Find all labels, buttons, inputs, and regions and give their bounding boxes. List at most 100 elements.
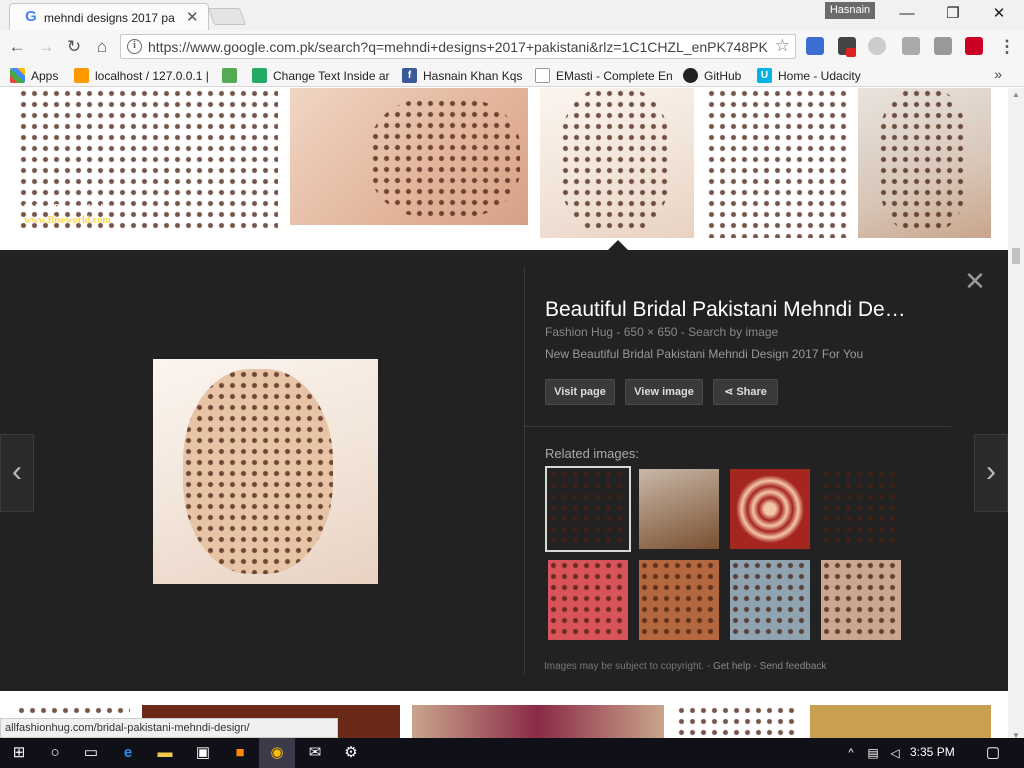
- phpmyadmin-icon: [74, 68, 89, 83]
- extension-dropbox-icon[interactable]: [934, 37, 952, 55]
- related-image-8[interactable]: [821, 560, 901, 640]
- image-source[interactable]: Fashion Hug: [545, 325, 613, 339]
- page-scrollbar[interactable]: ▲ ▼: [1008, 88, 1024, 742]
- scroll-up-icon[interactable]: ▲: [1012, 90, 1020, 99]
- extension-copy-icon[interactable]: [902, 37, 920, 55]
- search-by-image-link[interactable]: Search by image: [688, 325, 778, 339]
- related-image-4[interactable]: [821, 469, 901, 549]
- image-result-2[interactable]: [290, 88, 528, 225]
- related-image-2[interactable]: [639, 469, 719, 549]
- bookmark-label: GitHub: [704, 68, 742, 83]
- home-button[interactable]: ⌂: [91, 36, 113, 58]
- image-result-9[interactable]: [676, 705, 798, 742]
- close-panel-icon[interactable]: ✕: [962, 268, 988, 294]
- send-feedback-link[interactable]: Send feedback: [760, 661, 827, 672]
- file-explorer-icon[interactable]: ▬: [154, 742, 176, 764]
- image-result-10[interactable]: [810, 705, 991, 742]
- bookmark-android[interactable]: Change Text Inside ar: [252, 67, 390, 84]
- cortana-icon[interactable]: ○: [44, 742, 66, 764]
- new-tab-button[interactable]: [207, 8, 247, 25]
- minimize-button[interactable]: —: [884, 2, 930, 26]
- volume-muted-icon[interactable]: ◁: [884, 742, 906, 764]
- bookmark-label: Change Text Inside ar: [273, 68, 390, 83]
- mail-icon[interactable]: ✉: [304, 742, 326, 764]
- share-icon: ⋖: [724, 386, 734, 398]
- panel-divider: [524, 268, 525, 674]
- bookmark-emasti[interactable]: EMasti - Complete En: [535, 67, 673, 84]
- android-icon: [252, 68, 267, 83]
- related-image-6[interactable]: [639, 560, 719, 640]
- extension-badge-icon: [846, 48, 856, 57]
- apps-grid-icon: [10, 68, 25, 83]
- bookmark-localhost[interactable]: localhost / 127.0.0.1 |: [74, 67, 209, 84]
- image-result-1[interactable]: Mehndi Designs for Hands www.Biseworld.c…: [18, 88, 278, 233]
- view-image-button[interactable]: View image: [625, 379, 703, 405]
- tab-title: mehndi designs 2017 pa: [44, 11, 175, 25]
- share-button[interactable]: ⋖ Share: [713, 379, 778, 405]
- back-button[interactable]: ←: [6, 36, 28, 58]
- store-icon[interactable]: ▣: [192, 742, 214, 764]
- image-title[interactable]: Beautiful Bridal Pakistani Mehndi De…: [545, 298, 935, 322]
- title-bar: G mehndi designs 2017 pa ✕ Hasnain — ❐ ✕: [0, 0, 1024, 30]
- forward-button[interactable]: →: [35, 36, 57, 58]
- image-result-5[interactable]: [858, 88, 991, 238]
- address-url[interactable]: https://www.google.com.pk/search?q=mehnd…: [148, 39, 768, 55]
- extension-off-icon[interactable]: [965, 37, 983, 55]
- address-bar[interactable]: i https://www.google.com.pk/search?q=meh…: [120, 34, 796, 59]
- preview-image[interactable]: [153, 359, 378, 584]
- share-label: Share: [736, 386, 767, 398]
- task-view-icon[interactable]: ▭: [80, 742, 102, 764]
- restore-button[interactable]: ❐: [930, 2, 976, 26]
- profile-name-badge[interactable]: Hasnain: [825, 2, 875, 19]
- status-url-bubble: allfashionhug.com/bridal-pakistani-mehnd…: [0, 718, 338, 738]
- image-result-4[interactable]: [706, 88, 847, 238]
- action-center-icon[interactable]: ▢: [982, 742, 1004, 764]
- related-image-5[interactable]: [548, 560, 628, 640]
- close-window-button[interactable]: ✕: [976, 2, 1022, 26]
- sublime-icon[interactable]: ■: [229, 742, 251, 764]
- related-image-3[interactable]: [730, 469, 810, 549]
- bookmark-github[interactable]: GitHub: [683, 67, 741, 84]
- show-hidden-icons-icon[interactable]: ^: [840, 742, 862, 764]
- bookmark-facebook[interactable]: f Hasnain Khan Kqs: [402, 67, 522, 84]
- image-result-3[interactable]: [540, 88, 694, 238]
- chrome-menu-icon[interactable]: ⋮: [996, 36, 1018, 58]
- browser-tab[interactable]: G mehndi designs 2017 pa ✕: [9, 3, 209, 30]
- chrome-icon[interactable]: ◉: [259, 738, 295, 768]
- related-image-1[interactable]: [545, 466, 631, 552]
- taskbar-clock[interactable]: 3:35 PM: [910, 745, 955, 759]
- henna-hand-shape: [370, 98, 520, 218]
- network-icon[interactable]: ▤: [862, 742, 884, 764]
- image-result-8[interactable]: [412, 705, 664, 742]
- bookmark-udacity[interactable]: U Home - Udacity: [757, 67, 861, 84]
- image-description: New Beautiful Bridal Pakistani Mehndi De…: [545, 347, 864, 361]
- next-image-button[interactable]: ›: [974, 434, 1008, 512]
- visit-page-button[interactable]: Visit page: [545, 379, 615, 405]
- bookmarks-overflow-button[interactable]: »: [994, 66, 1002, 82]
- bookmark-label: Hasnain Khan Kqs: [423, 68, 523, 83]
- bookmark-apps[interactable]: Apps: [10, 67, 58, 84]
- meta-separator: -: [680, 325, 685, 339]
- w3-icon: [222, 68, 237, 83]
- udacity-icon: U: [757, 68, 772, 83]
- extension-circle-icon[interactable]: [868, 37, 886, 55]
- bookmarks-bar: Apps localhost / 127.0.0.1 | Change Text…: [0, 64, 1024, 87]
- bookmark-star-icon[interactable]: ☆: [775, 36, 790, 56]
- bookmark-label: EMasti - Complete En: [556, 68, 673, 83]
- extension-screen-icon[interactable]: [806, 37, 824, 55]
- bookmark-w3[interactable]: [222, 67, 237, 84]
- get-help-link[interactable]: Get help: [713, 661, 751, 672]
- site-info-icon[interactable]: i: [127, 39, 142, 54]
- edge-icon[interactable]: e: [117, 742, 139, 764]
- related-images-label: Related images:: [545, 446, 639, 461]
- windows-start-icon[interactable]: ⊞: [8, 742, 30, 764]
- henna-hand-shape: [560, 88, 670, 233]
- bookmark-label: localhost / 127.0.0.1 |: [95, 68, 209, 83]
- settings-icon[interactable]: ⚙: [340, 742, 362, 764]
- previous-image-button[interactable]: ‹: [0, 434, 34, 512]
- related-image-7[interactable]: [730, 560, 810, 640]
- reload-button[interactable]: ↻: [63, 36, 85, 58]
- henna-hand-shape: [878, 88, 968, 233]
- tab-close-icon[interactable]: ✕: [186, 8, 199, 26]
- scrollbar-thumb[interactable]: [1012, 248, 1020, 264]
